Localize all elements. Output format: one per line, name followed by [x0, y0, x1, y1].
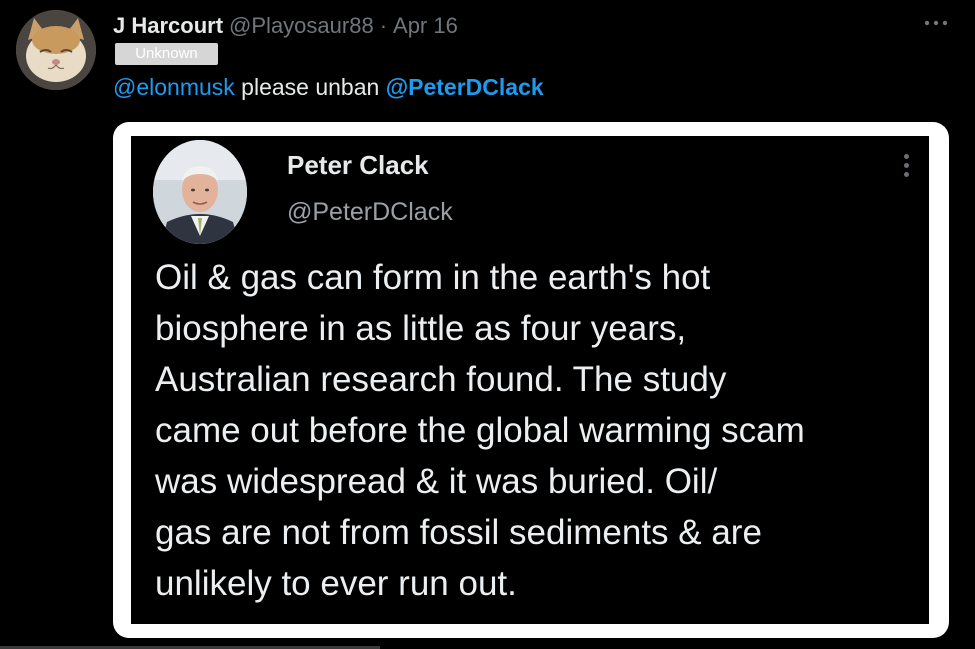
- post-date[interactable]: Apr 16: [393, 13, 458, 39]
- more-horizontal-icon[interactable]: [923, 10, 949, 36]
- separator-dot: ·: [379, 13, 388, 38]
- embedded-author-name: Peter Clack: [287, 150, 429, 180]
- tweet-header: J Harcourt @Playosaur88 · Apr 16: [113, 12, 458, 40]
- author-avatar[interactable]: [16, 10, 96, 90]
- author-display-name[interactable]: J Harcourt: [113, 13, 223, 39]
- author-handle[interactable]: @Playosaur88: [229, 13, 374, 39]
- tweet-text: @elonmusk please unban @PeterDClack: [113, 72, 544, 102]
- cat-avatar-image: [16, 10, 96, 90]
- embedded-avatar: [153, 140, 247, 244]
- status-badge: Unknown: [115, 43, 218, 65]
- attached-image[interactable]: Peter Clack @PeterDClack Oil & gas can f…: [113, 122, 949, 638]
- tweet-text-middle: please unban: [234, 74, 386, 100]
- mention-peterdclack[interactable]: @PeterDClack: [386, 74, 544, 100]
- tweet: J Harcourt @Playosaur88 · Apr 16 Unknown…: [0, 0, 975, 649]
- more-vertical-icon: [901, 154, 911, 177]
- mention-elonmusk[interactable]: @elonmusk: [113, 74, 235, 100]
- embedded-author-handle: @PeterDClack: [287, 198, 453, 226]
- embedded-tweet-screenshot: Peter Clack @PeterDClack Oil & gas can f…: [131, 136, 929, 624]
- embedded-tweet-body: Oil & gas can form in the earth's hot bi…: [155, 258, 805, 603]
- person-portrait-image: [153, 140, 247, 244]
